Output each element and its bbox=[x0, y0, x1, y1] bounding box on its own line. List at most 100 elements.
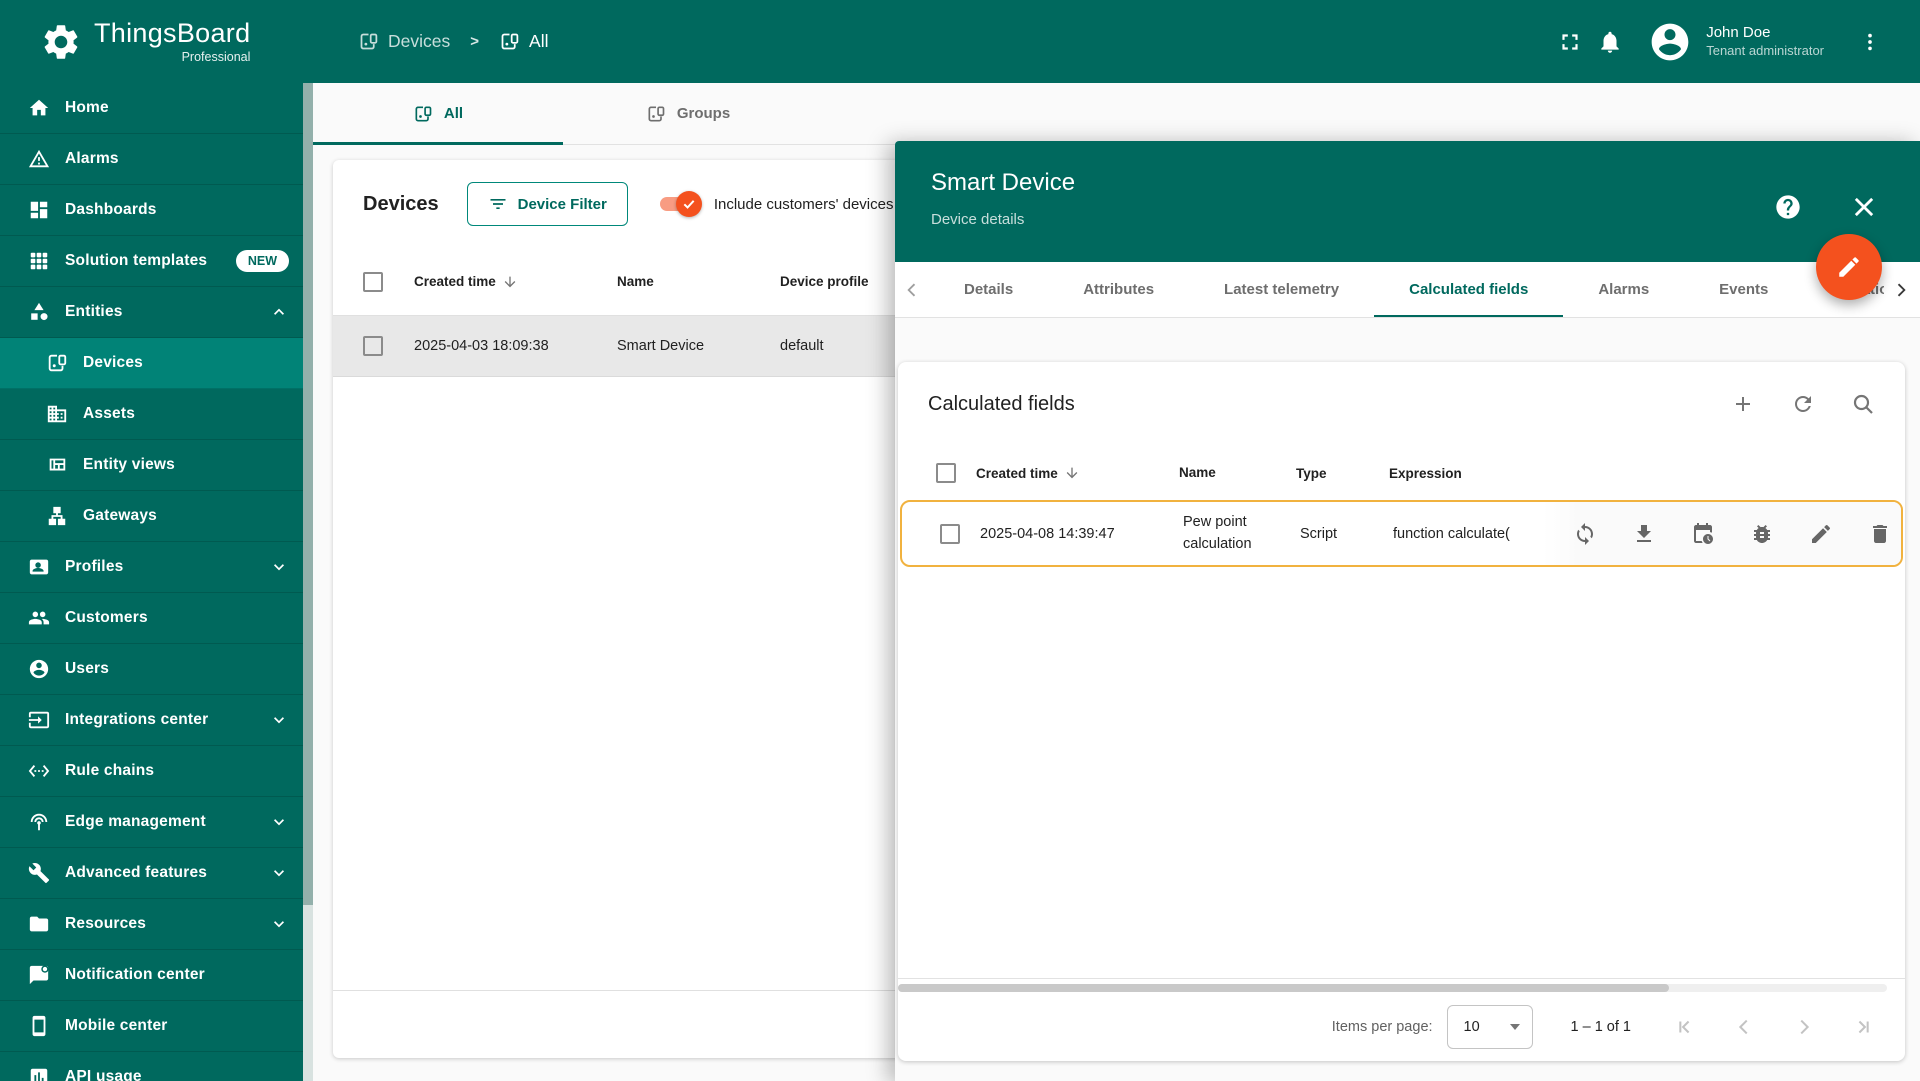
device-name: Smart Device bbox=[617, 338, 705, 354]
tab-all[interactable]: All bbox=[313, 83, 563, 145]
panel-tab-details[interactable]: Details bbox=[929, 262, 1048, 317]
panel-tab-events[interactable]: Events bbox=[1684, 262, 1803, 317]
sidebar-scrollbar-thumb[interactable] bbox=[303, 83, 313, 905]
close-icon[interactable] bbox=[1850, 193, 1878, 221]
sidebar-item-assets[interactable]: Assets bbox=[0, 389, 313, 440]
tabs-scroll-left-icon[interactable] bbox=[895, 262, 929, 317]
sidebar-item-dashboards[interactable]: Dashboards bbox=[0, 185, 313, 236]
sidebar-item-solution-templates[interactable]: Solution templates NEW bbox=[0, 236, 313, 287]
dropdown-caret-icon bbox=[1509, 1023, 1520, 1030]
panel-tab-attributes[interactable]: Attributes bbox=[1048, 262, 1189, 317]
sort-arrow-down-icon[interactable] bbox=[1064, 465, 1080, 481]
column-created-time[interactable]: Created time bbox=[976, 466, 1058, 481]
sidebar-item-gateways[interactable]: Gateways bbox=[0, 491, 313, 542]
select-all-checkbox[interactable] bbox=[363, 271, 383, 292]
breadcrumb-separator: > bbox=[470, 33, 480, 50]
horizontal-scrollbar[interactable] bbox=[898, 984, 1887, 992]
sidebar-item-integrations-center[interactable]: Integrations center bbox=[0, 695, 313, 746]
fullscreen-icon[interactable] bbox=[1550, 22, 1590, 62]
wifi-tethering-icon bbox=[28, 811, 50, 833]
notifications-bell-icon[interactable] bbox=[1590, 22, 1630, 62]
sidebar-item-entities[interactable]: Entities bbox=[0, 287, 313, 338]
sidebar-item-api-usage[interactable]: API usage bbox=[0, 1052, 313, 1081]
tab-groups[interactable]: Groups bbox=[563, 83, 813, 144]
topbar-actions: John Doe Tenant administrator bbox=[1550, 20, 1920, 64]
chevron-up-icon bbox=[269, 302, 289, 322]
search-icon[interactable] bbox=[1851, 392, 1875, 416]
column-name[interactable]: Name bbox=[1179, 463, 1296, 483]
calculated-fields-footer: Items per page: 10 1 – 1 of 1 bbox=[898, 978, 1905, 1061]
delete-trash-icon[interactable] bbox=[1868, 522, 1892, 546]
items-per-page-select[interactable]: 10 bbox=[1446, 1004, 1533, 1049]
include-customers-toggle[interactable] bbox=[659, 191, 702, 217]
calculated-fields-header: Calculated fields bbox=[898, 362, 1905, 446]
devices-icon bbox=[46, 352, 68, 374]
sidebar-item-home[interactable]: Home bbox=[0, 83, 313, 134]
column-name[interactable]: Name bbox=[617, 274, 780, 289]
column-expression[interactable]: Expression bbox=[1389, 466, 1539, 481]
sidebar-item-mobile-center[interactable]: Mobile center bbox=[0, 1001, 313, 1052]
calculated-field-row[interactable]: 2025-04-08 14:39:47 Pew point calculatio… bbox=[900, 500, 1903, 567]
events-clipboard-clock-icon[interactable] bbox=[1691, 522, 1715, 546]
sidebar-item-resources[interactable]: Resources bbox=[0, 899, 313, 950]
edit-pencil-icon[interactable] bbox=[1809, 522, 1833, 546]
edit-fab-button[interactable] bbox=[1816, 234, 1882, 300]
tabs-scroll-right-icon[interactable] bbox=[1884, 262, 1918, 317]
row-checkbox[interactable] bbox=[363, 336, 383, 356]
chevron-down-icon bbox=[269, 914, 289, 934]
breadcrumb-devices[interactable]: Devices bbox=[358, 31, 450, 52]
gear-logo-icon bbox=[40, 21, 82, 63]
message-dot-icon bbox=[28, 964, 50, 986]
calculated-fields-card: Calculated fields Created time Name Type… bbox=[898, 362, 1905, 1061]
sort-arrow-down-icon[interactable] bbox=[502, 274, 518, 290]
horizontal-scrollbar-thumb[interactable] bbox=[898, 984, 1670, 992]
next-page-icon[interactable] bbox=[1793, 1016, 1815, 1038]
row-actions bbox=[1543, 502, 1901, 565]
cf-created-time: 2025-04-08 14:39:47 bbox=[980, 525, 1115, 542]
column-created-time[interactable]: Created time bbox=[414, 274, 496, 289]
kebab-menu-icon[interactable] bbox=[1850, 22, 1890, 62]
sidebar-item-profiles[interactable]: Profiles bbox=[0, 542, 313, 593]
previous-page-icon[interactable] bbox=[1733, 1016, 1755, 1038]
user-info[interactable]: John Doe Tenant administrator bbox=[1706, 24, 1824, 59]
thingsboard-logo[interactable]: ThingsBoard Professional bbox=[0, 17, 313, 64]
devices-icon bbox=[358, 31, 379, 52]
column-type[interactable]: Type bbox=[1296, 466, 1389, 481]
people-icon bbox=[28, 607, 50, 629]
cf-name: Pew point calculation bbox=[1183, 514, 1252, 552]
row-checkbox[interactable] bbox=[940, 523, 960, 544]
devices-title: Devices bbox=[363, 192, 439, 215]
device-details-panel: Smart Device Device details Details Attr… bbox=[895, 141, 1920, 1081]
home-icon bbox=[28, 97, 50, 119]
download-icon[interactable] bbox=[1632, 522, 1656, 546]
sidebar-item-alarms[interactable]: Alarms bbox=[0, 134, 313, 185]
panel-tab-calculated-fields[interactable]: Calculated fields bbox=[1374, 262, 1564, 317]
panel-tab-alarms[interactable]: Alarms bbox=[1563, 262, 1684, 317]
panel-tab-latest-telemetry[interactable]: Latest telemetry bbox=[1189, 262, 1374, 317]
view-quilt-icon bbox=[46, 454, 68, 476]
sidebar-scrollbar[interactable] bbox=[303, 83, 313, 1081]
sidebar-item-edge-management[interactable]: Edge management bbox=[0, 797, 313, 848]
sidebar-item-users[interactable]: Users bbox=[0, 644, 313, 695]
sidebar-item-entity-views[interactable]: Entity views bbox=[0, 440, 313, 491]
help-icon[interactable] bbox=[1774, 193, 1802, 221]
user-avatar-icon[interactable] bbox=[1648, 20, 1692, 64]
debug-bug-icon[interactable] bbox=[1750, 522, 1774, 546]
add-calculated-field-icon[interactable] bbox=[1731, 392, 1755, 416]
sidebar-item-devices[interactable]: Devices bbox=[0, 338, 313, 389]
refresh-icon[interactable] bbox=[1791, 392, 1815, 416]
column-device-profile[interactable]: Device profile bbox=[780, 274, 869, 289]
sidebar-item-advanced-features[interactable]: Advanced features bbox=[0, 848, 313, 899]
sidebar-item-customers[interactable]: Customers bbox=[0, 593, 313, 644]
sidebar-item-rule-chains[interactable]: Rule chains bbox=[0, 746, 313, 797]
breadcrumb-all[interactable]: All bbox=[499, 31, 548, 52]
reprocess-sync-icon[interactable] bbox=[1573, 522, 1597, 546]
last-page-icon[interactable] bbox=[1853, 1016, 1875, 1038]
first-page-icon[interactable] bbox=[1673, 1016, 1695, 1038]
folder-icon bbox=[28, 913, 50, 935]
logo-title: ThingsBoard bbox=[94, 17, 251, 48]
select-all-checkbox[interactable] bbox=[936, 463, 956, 483]
device-filter-button[interactable]: Device Filter bbox=[466, 182, 628, 226]
sidebar-item-notification-center[interactable]: Notification center bbox=[0, 950, 313, 1001]
pagination-bar: Items per page: 10 1 – 1 of 1 bbox=[898, 992, 1905, 1061]
